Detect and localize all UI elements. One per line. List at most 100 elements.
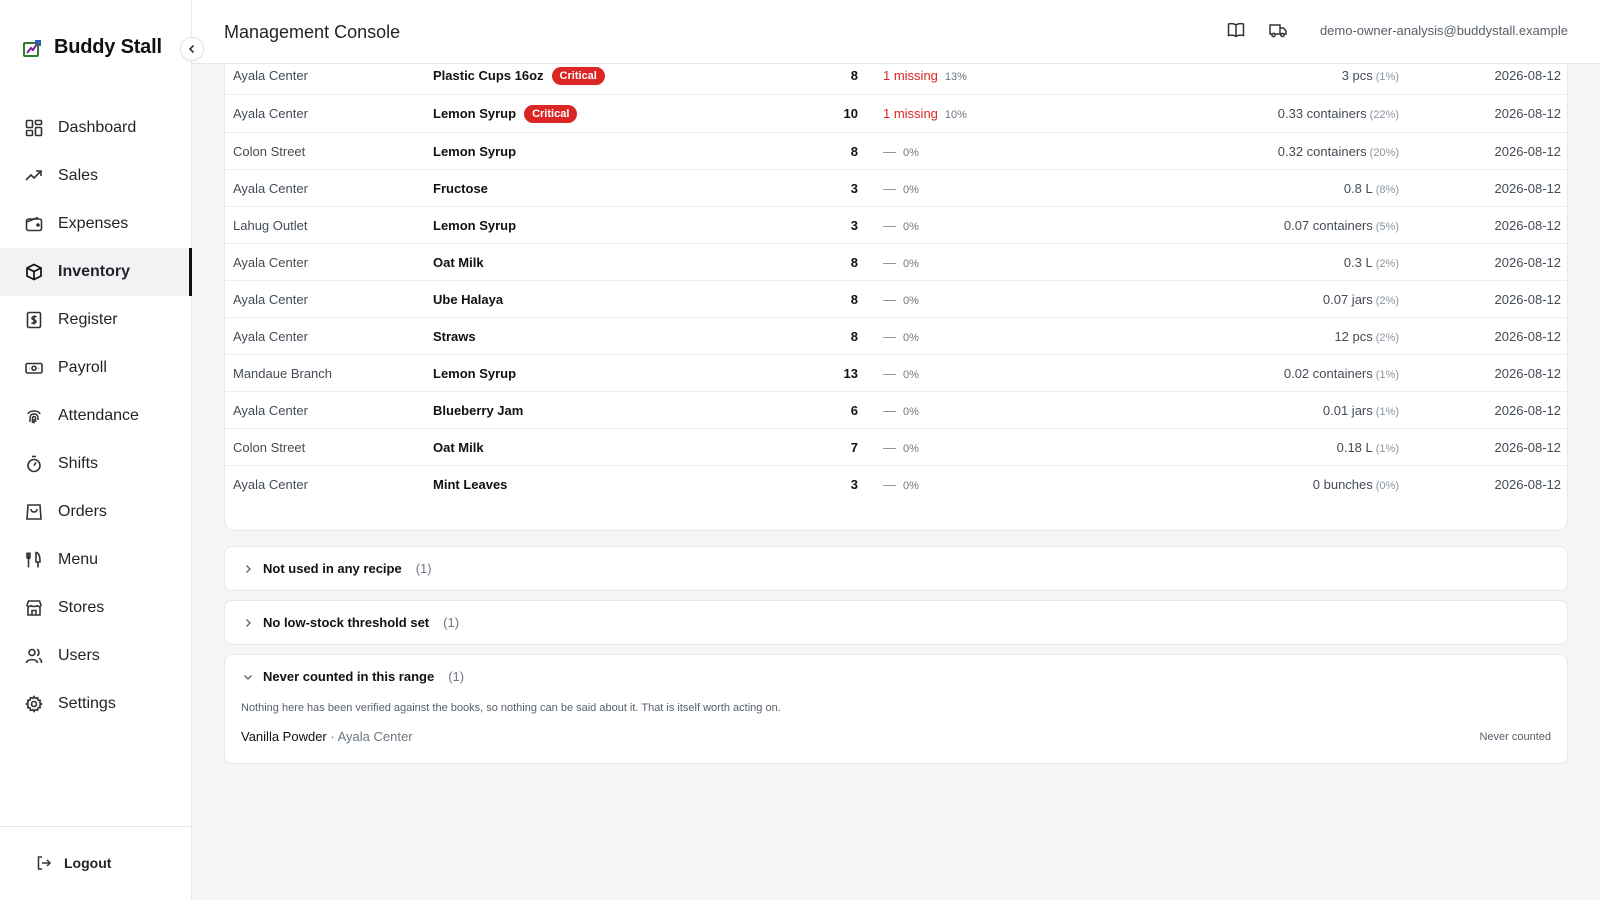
quantity-pct: (1%)	[1375, 368, 1399, 381]
section-toggle[interactable]: No low-stock threshold set (1)	[243, 615, 459, 630]
date-cell: 2026-08-12	[1494, 143, 1562, 159]
quantity-cell: 0.07 containers (5%)	[1284, 218, 1399, 233]
count-cell: 3	[850, 477, 858, 492]
item-cell: Ube Halaya	[433, 292, 503, 307]
sidebar-item-expenses[interactable]: Expenses	[0, 200, 192, 248]
table-row[interactable]: Ayala Center Mint Leaves 3 — 0% 0 bunche…	[225, 466, 1567, 503]
quantity-pct: (2%)	[1375, 331, 1399, 344]
variance-pct: 0%	[903, 146, 919, 159]
logout-button[interactable]: Logout	[36, 855, 111, 871]
sidebar-item-shifts[interactable]: Shifts	[0, 440, 192, 488]
variance-cell: — 0%	[883, 181, 919, 196]
collapse-sidebar-button[interactable]	[180, 37, 204, 61]
item-cell: Lemon Syrup	[433, 366, 516, 381]
variance-cell: — 0%	[883, 292, 919, 307]
sidebar-item-label: Dashboard	[58, 119, 137, 136]
brand[interactable]: Buddy Stall	[22, 36, 162, 59]
variance-pct: 10%	[944, 109, 967, 121]
receipt-icon	[24, 310, 44, 330]
quantity-cell: 0.8 L (8%)	[1344, 181, 1399, 196]
sidebar-item-label: Attendance	[58, 407, 139, 424]
sidebar-item-register[interactable]: Register	[0, 296, 192, 344]
count-cell: 8	[850, 68, 858, 83]
variance-text: —	[883, 143, 896, 159]
item-name: Plastic Cups 16oz	[433, 68, 544, 83]
table-row[interactable]: Ayala Center Ube Halaya 8 — 0% 0.07 jars…	[225, 281, 1567, 318]
count-cell: 3	[850, 217, 858, 233]
quantity-pct: (2%)	[1375, 294, 1399, 307]
table-row[interactable]: Ayala Center Straws 8 — 0% 12 pcs (2%) 20…	[225, 318, 1567, 355]
inventory-variance-table: Ayala Center Plastic Cups 16oz Critical …	[224, 40, 1568, 531]
table-row[interactable]: Ayala Center Fructose 3 — 0% 0.8 L (8%) 2…	[225, 170, 1567, 207]
sidebar-item-stores[interactable]: Stores	[0, 584, 192, 632]
variance-cell: 1 missing 10%	[883, 106, 967, 121]
section-description: Nothing here has been verified against t…	[241, 702, 781, 714]
users-icon	[24, 646, 44, 666]
sidebar-item-users[interactable]: Users	[0, 632, 192, 680]
critical-badge: Critical	[524, 104, 578, 123]
sidebar-item-settings[interactable]: Settings	[0, 680, 192, 728]
sidebar-item-dashboard[interactable]: Dashboard	[0, 104, 192, 152]
quantity-pct: (1%)	[1375, 71, 1399, 83]
item-cell: Oat Milk	[433, 440, 484, 455]
section-count: (1)	[443, 615, 460, 630]
sidebar-item-orders[interactable]: Orders	[0, 488, 192, 536]
sidebar-item-payroll[interactable]: Payroll	[0, 344, 192, 392]
section-title: Not used in any recipe	[263, 561, 402, 576]
count-cell: 8	[850, 254, 858, 270]
status-text: Never counted	[1479, 731, 1551, 743]
quantity-cell: 0.01 jars (1%)	[1323, 403, 1399, 418]
sidebar-item-label: Inventory	[58, 263, 131, 280]
truck-icon[interactable]	[1268, 20, 1288, 40]
brand-logo-icon	[23, 39, 41, 57]
store-cell: Ayala Center	[233, 477, 308, 492]
list-item[interactable]: Vanilla Powder · Ayala Center	[241, 729, 413, 744]
chevron-right-icon	[246, 618, 251, 627]
sidebar-item-attendance[interactable]: Attendance	[0, 392, 192, 440]
quantity-pct: (1%)	[1375, 442, 1399, 455]
sidebar: Buddy Stall Dashboard Sales Expenses Inv…	[0, 0, 192, 900]
variance-pct: 0%	[903, 331, 919, 344]
store-cell: Lahug Outlet	[233, 217, 308, 233]
section-toggle[interactable]: Never counted in this range (1)	[243, 669, 464, 684]
item-name: Lemon Syrup	[433, 217, 517, 233]
section-toggle[interactable]: Not used in any recipe (1)	[243, 561, 432, 576]
timer-icon	[24, 454, 44, 474]
table-row[interactable]: Colon Street Oat Milk 7 — 0% 0.18 L (1%) …	[225, 429, 1567, 466]
date-cell: 2026-08-12	[1494, 106, 1562, 121]
table-row[interactable]: Lahug Outlet Lemon Syrup 3 — 0% 0.07 con…	[225, 207, 1567, 244]
sidebar-item-sales[interactable]: Sales	[0, 152, 192, 200]
table-row[interactable]: Ayala Center Oat Milk 8 — 0% 0.3 L (2%) 2…	[225, 244, 1567, 281]
quantity-cell: 0.32 containers (20%)	[1278, 144, 1399, 159]
variance-cell: 1 missing 13%	[883, 68, 967, 83]
box-icon	[24, 262, 44, 282]
count-cell: 8	[850, 328, 858, 344]
quantity-pct: (20%)	[1369, 146, 1399, 159]
sidebar-item-inventory[interactable]: Inventory	[0, 248, 192, 296]
table-row[interactable]: Ayala Center Lemon Syrup Critical 10 1 m…	[225, 95, 1567, 133]
quantity-value: 0.3 L	[1343, 254, 1373, 270]
utensils-icon	[24, 550, 44, 570]
item-cell: Mint Leaves	[433, 477, 507, 492]
table-row[interactable]: Mandaue Branch Lemon Syrup 13 — 0% 0.02 …	[225, 355, 1567, 392]
sidebar-item-label: Shifts	[58, 455, 99, 472]
variance-text: 1 missing	[883, 106, 938, 121]
item-cell: Straws	[433, 329, 476, 344]
store-cell: Mandaue Branch	[233, 365, 333, 381]
sidebar-item-menu[interactable]: Menu	[0, 536, 192, 584]
top-header: Management Console demo-owner-analysis@b…	[192, 0, 1600, 64]
table-row[interactable]: Ayala Center Blueberry Jam 6 — 0% 0.01 j…	[225, 392, 1567, 429]
date-cell: 2026-08-12	[1494, 291, 1562, 307]
quantity-value: 0.01 jars	[1322, 402, 1373, 418]
store-cell: Ayala Center	[233, 106, 308, 121]
table-row[interactable]: Colon Street Lemon Syrup 8 — 0% 0.32 con…	[225, 133, 1567, 170]
brand-name: Buddy Stall	[54, 36, 162, 58]
quantity-pct: (0%)	[1375, 480, 1399, 492]
dashboard-icon	[24, 118, 44, 138]
user-email[interactable]: demo-owner-analysis@buddystall.example	[1320, 23, 1568, 38]
variance-pct: 0%	[903, 442, 919, 455]
count-cell: 6	[850, 402, 858, 418]
book-icon[interactable]	[1226, 20, 1246, 40]
item-cell: Lemon Syrup	[433, 144, 516, 159]
variance-cell: — 0%	[883, 329, 919, 344]
